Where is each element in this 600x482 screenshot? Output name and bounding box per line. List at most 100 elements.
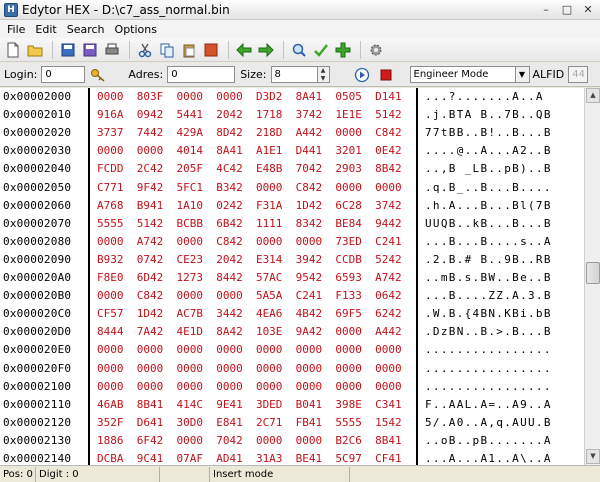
maximize-icon[interactable]: □ (558, 2, 576, 18)
row-hex-bytes[interactable]: 0000 0000 0000 0000 0000 0000 0000 0000 (97, 380, 402, 393)
row-hex-bytes[interactable]: 0000 803F 0000 0000 D3D2 8A41 0505 D141 (97, 90, 402, 103)
row-hex-bytes[interactable]: 46AB 8B41 414C 9E41 3DED B041 398E C341 (97, 398, 402, 411)
scroll-down-icon[interactable]: ▼ (586, 449, 600, 464)
row-ascii[interactable]: ....@..A...A2..B (425, 144, 552, 157)
hex-row[interactable]: 0x00002090 B932 0742 CE23 2042 E314 3942 … (0, 251, 584, 270)
back-arrow-icon[interactable] (234, 40, 254, 60)
row-ascii[interactable]: ................ (425, 380, 552, 393)
hex-row[interactable]: 0x000020C0 CF57 1D42 AC7B 3442 4EA6 4B42 … (0, 305, 584, 324)
size-stepper[interactable]: ▲ ▼ (317, 66, 330, 83)
hex-row[interactable]: 0x00002130 1886 6F42 0000 7042 0000 0000 … (0, 432, 584, 451)
row-ascii[interactable]: 77tBB..B!..B...B (425, 126, 552, 139)
menu-search[interactable]: Search (62, 23, 110, 36)
stop-icon[interactable] (376, 65, 396, 85)
hex-row[interactable]: 0x000020D0 8444 7A42 4E1D 8A42 103E 9A42 … (0, 323, 584, 342)
row-hex-bytes[interactable]: 1886 6F42 0000 7042 0000 0000 B2C6 8B41 (97, 434, 402, 447)
row-hex-bytes[interactable]: 0000 C842 0000 0000 5A5A C241 F133 0642 (97, 289, 402, 302)
row-hex-bytes[interactable]: 5555 5142 BCBB 6B42 1111 8342 BE84 9442 (97, 217, 402, 230)
row-hex-bytes[interactable]: F8E0 6D42 1273 8442 57AC 9542 6593 A742 (97, 271, 402, 284)
hex-row[interactable]: 0x00002120 352F D641 30D0 E841 2C71 FB41 … (0, 414, 584, 433)
row-hex-bytes[interactable]: 352F D641 30D0 E841 2C71 FB41 5555 1542 (97, 416, 402, 429)
paste-icon[interactable] (179, 40, 199, 60)
search-icon[interactable] (289, 40, 309, 60)
row-ascii[interactable]: ...A...A1..A\..A (425, 452, 552, 465)
save-as-icon[interactable] (80, 40, 100, 60)
row-hex-bytes[interactable]: 916A 0942 5441 2042 1718 3742 1E1E 5142 (97, 108, 402, 121)
hex-row[interactable]: 0x00002140 DCBA 9C41 07AF AD41 31A3 BE41 … (0, 450, 584, 465)
menu-edit[interactable]: Edit (30, 23, 61, 36)
hex-row[interactable]: 0x00002000 0000 803F 0000 0000 D3D2 8A41 … (0, 88, 584, 107)
row-hex-bytes[interactable]: 8444 7A42 4E1D 8A42 103E 9A42 0000 A442 (97, 325, 402, 338)
row-hex-bytes[interactable]: B932 0742 CE23 2042 E314 3942 CCDB 5242 (97, 253, 402, 266)
row-ascii[interactable]: .DzBN..B.>.B...B (425, 325, 552, 338)
hex-row[interactable]: 0x000020A0 F8E0 6D42 1273 8442 57AC 9542 … (0, 269, 584, 288)
copy-icon[interactable] (157, 40, 177, 60)
row-hex-bytes[interactable]: 0000 0000 4014 8A41 A1E1 D441 3201 0E42 (97, 144, 402, 157)
cut-icon[interactable] (135, 40, 155, 60)
new-file-icon[interactable] (3, 40, 23, 60)
row-hex-bytes[interactable]: 3737 7442 429A 8D42 218D A442 0000 C842 (97, 126, 402, 139)
row-ascii[interactable]: UUQB..kB...B...B (425, 217, 552, 230)
row-hex-bytes[interactable]: CF57 1D42 AC7B 3442 4EA6 4B42 69F5 6242 (97, 307, 402, 320)
row-hex-bytes[interactable]: 0000 A742 0000 C842 0000 0000 73ED C241 (97, 235, 402, 248)
row-ascii[interactable]: ...B....ZZ.A.3.B (425, 289, 552, 302)
hex-row[interactable]: 0x00002010 916A 0942 5441 2042 1718 3742 … (0, 106, 584, 125)
minimize-icon[interactable]: – (537, 2, 555, 18)
row-hex-bytes[interactable]: A768 B941 1A10 0242 F31A 1D42 6C28 3742 (97, 199, 402, 212)
hex-row[interactable]: 0x00002060 A768 B941 1A10 0242 F31A 1D42 … (0, 197, 584, 216)
row-ascii[interactable]: ..oB..pB.......A (425, 434, 552, 447)
settings-icon[interactable] (366, 40, 386, 60)
row-hex-bytes[interactable]: DCBA 9C41 07AF AD41 31A3 BE41 5C97 CF41 (97, 452, 402, 465)
size-input[interactable]: 8 (270, 66, 318, 83)
row-ascii[interactable]: .q.B_..B...B.... (425, 181, 552, 194)
open-folder-icon[interactable] (25, 40, 45, 60)
save-icon[interactable] (58, 40, 78, 60)
hex-row[interactable]: 0x00002100 0000 0000 0000 0000 0000 0000 … (0, 378, 584, 397)
row-hex-bytes[interactable]: 0000 0000 0000 0000 0000 0000 0000 0000 (97, 343, 402, 356)
row-ascii[interactable]: 5/.A0..A,q.AUU.B (425, 416, 552, 429)
close-icon[interactable]: ✕ (579, 2, 597, 18)
vertical-scrollbar[interactable]: ▲ ▼ (584, 88, 600, 465)
scroll-up-icon[interactable]: ▲ (586, 88, 600, 103)
row-ascii[interactable]: F..AAL.A=..A9..A (425, 398, 552, 411)
row-hex-bytes[interactable]: C771 9F42 5FC1 B342 0000 C842 0000 0000 (97, 181, 402, 194)
hex-row[interactable]: 0x00002080 0000 A742 0000 C842 0000 0000 … (0, 233, 584, 252)
menu-file[interactable]: File (2, 23, 30, 36)
key-icon[interactable] (88, 65, 108, 85)
login-input[interactable]: 0 (41, 66, 86, 83)
row-ascii[interactable]: .W.B.{4BN.KBi.bB (425, 307, 552, 320)
forward-arrow-icon[interactable] (256, 40, 276, 60)
hex-row[interactable]: 0x00002020 3737 7442 429A 8D42 218D A442 … (0, 124, 584, 143)
row-hex-bytes[interactable]: 0000 0000 0000 0000 0000 0000 0000 0000 (97, 362, 402, 375)
row-ascii[interactable]: .2.B.# B..9B..RB (425, 253, 552, 266)
row-ascii[interactable]: ...?.......A..A (425, 90, 544, 103)
hex-row[interactable]: 0x000020B0 0000 C842 0000 0000 5A5A C241 … (0, 287, 584, 306)
hex-row[interactable]: 0x00002040 FCDD 2C42 205F 4C42 E48B 7042 … (0, 160, 584, 179)
hex-row[interactable]: 0x00002070 5555 5142 BCBB 6B42 1111 8342 … (0, 215, 584, 234)
hex-row[interactable]: 0x00002050 C771 9F42 5FC1 B342 0000 C842 … (0, 179, 584, 198)
add-icon[interactable] (333, 40, 353, 60)
check-icon[interactable] (311, 40, 331, 60)
play-icon[interactable] (352, 65, 372, 85)
row-ascii[interactable]: ..,B _LB..pB)..B (425, 162, 552, 175)
row-ascii[interactable]: ...B...B....s..A (425, 235, 552, 248)
hex-row[interactable]: 0x00002030 0000 0000 4014 8A41 A1E1 D441 … (0, 142, 584, 161)
hex-row[interactable]: 0x000020E0 0000 0000 0000 0000 0000 0000 … (0, 341, 584, 360)
scroll-thumb[interactable] (586, 262, 600, 284)
chevron-down-icon[interactable]: ▼ (515, 66, 530, 83)
menu-options[interactable]: Options (110, 23, 162, 36)
row-ascii[interactable]: ................ (425, 343, 552, 356)
row-ascii[interactable]: ................ (425, 362, 552, 375)
hex-row[interactable]: 0x00002110 46AB 8B41 414C 9E41 3DED B041 … (0, 396, 584, 415)
delete-icon[interactable] (201, 40, 221, 60)
row-ascii[interactable]: .h.A...B...Bl(7B (425, 199, 552, 212)
hex-view[interactable]: 0x00002000 0000 803F 0000 0000 D3D2 8A41 … (0, 88, 584, 465)
row-address: 0x000020E0 (3, 343, 72, 357)
print-icon[interactable] (102, 40, 122, 60)
adres-input[interactable]: 0 (167, 66, 236, 83)
row-ascii[interactable]: .j.BTA B..7B..QB (425, 108, 552, 121)
hex-row[interactable]: 0x000020F0 0000 0000 0000 0000 0000 0000 … (0, 360, 584, 379)
row-hex-bytes[interactable]: FCDD 2C42 205F 4C42 E48B 7042 2903 8B42 (97, 162, 402, 175)
row-ascii[interactable]: ..mB.s.BW..Be..B (425, 271, 552, 284)
mode-select[interactable]: Engineer Mode (409, 66, 516, 83)
